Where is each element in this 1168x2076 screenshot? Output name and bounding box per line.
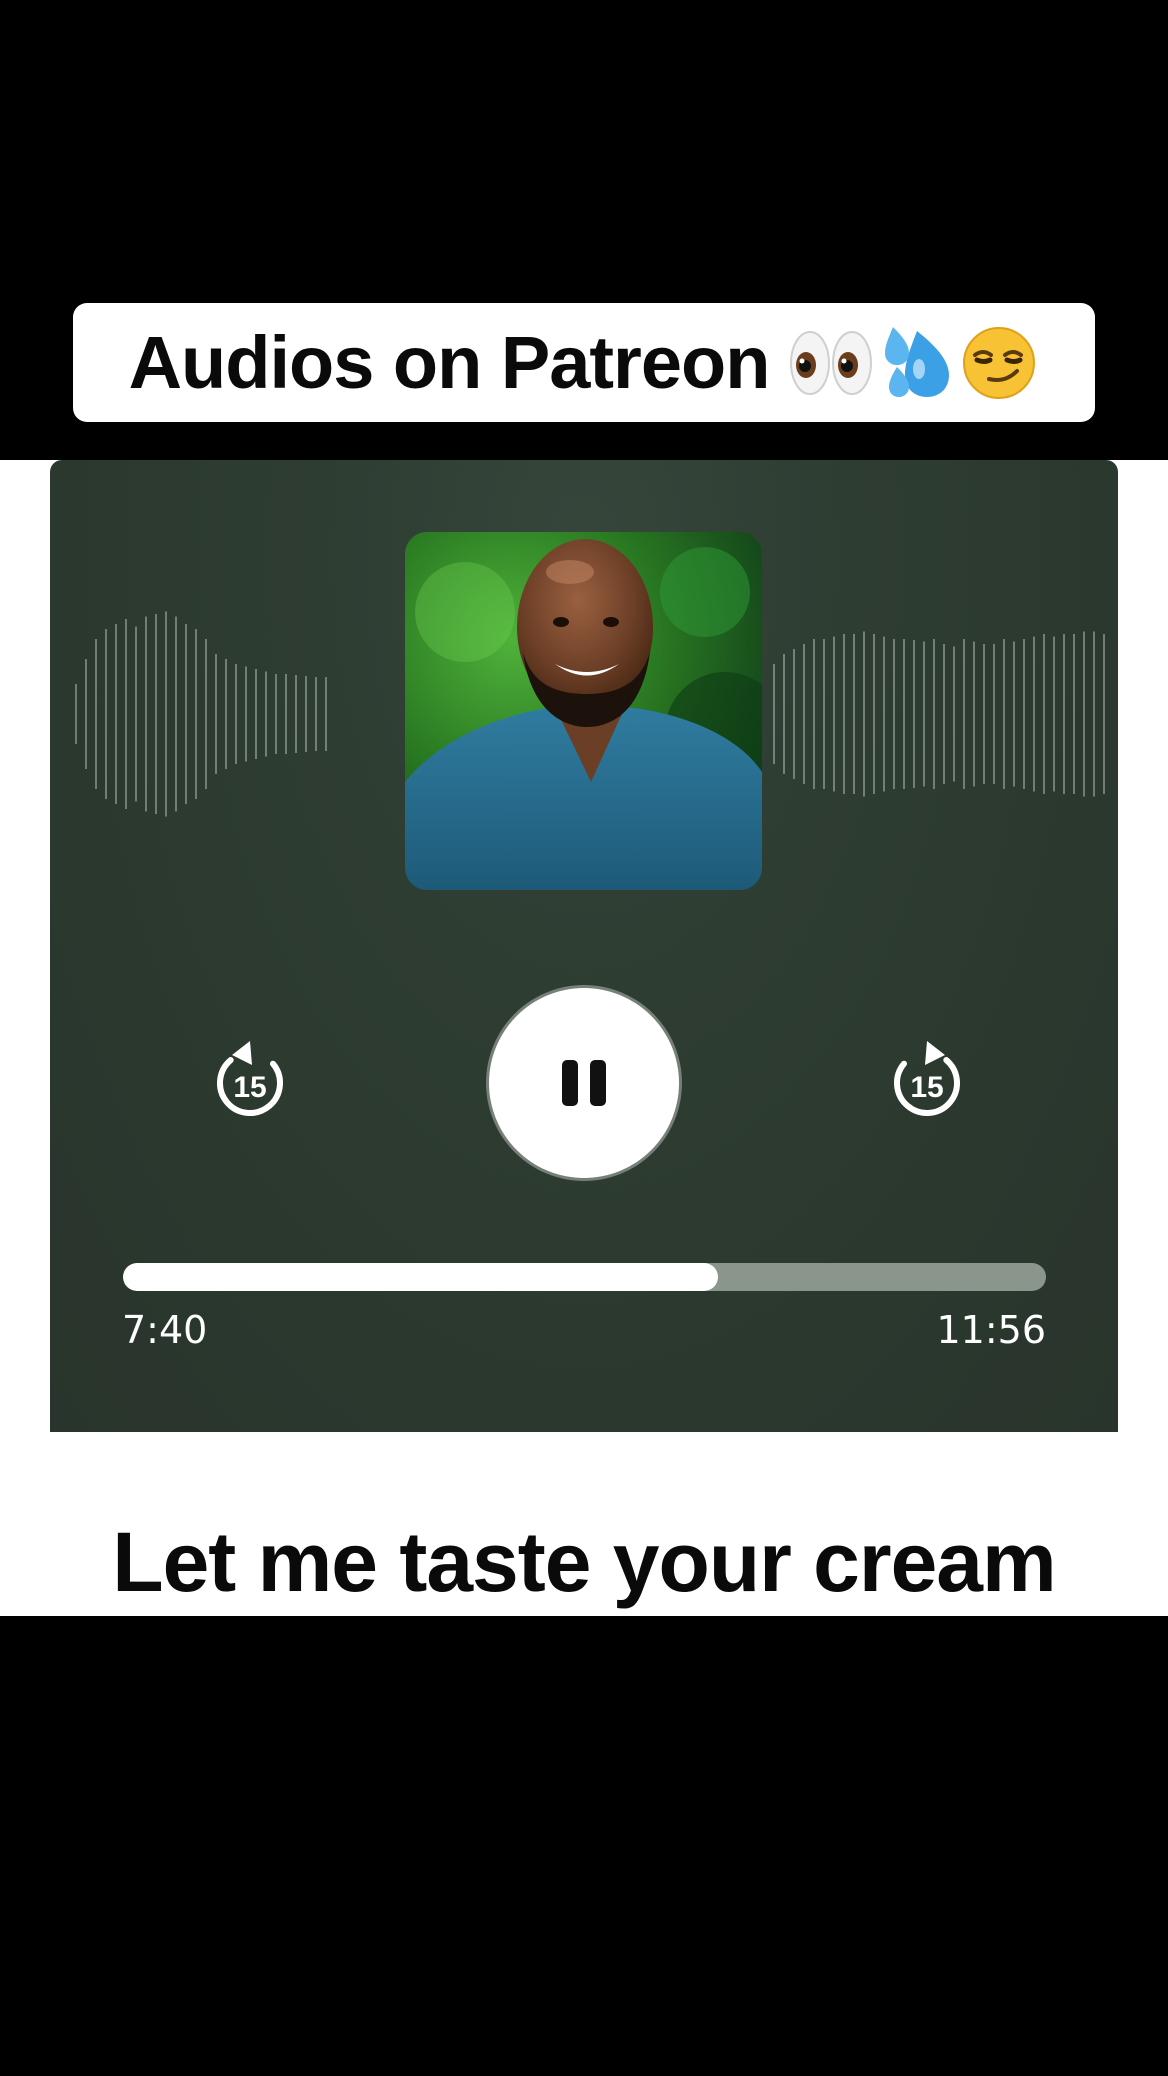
progress-bar[interactable] [123,1263,1046,1291]
post-title: Let me taste your cream [112,1515,1056,1609]
cover-photo [405,532,762,890]
skip-forward-15-icon[interactable]: 15 [883,1035,971,1123]
audio-player: 15 15 7:40 11:56 [50,460,1118,1432]
caption-text: Audios on Patreon [128,321,771,404]
sweat-droplets-emoji [885,326,950,397]
eyes-emoji [790,330,873,395]
elapsed-time: 7:40 [122,1308,208,1352]
pause-button[interactable] [489,988,679,1178]
pause-icon [562,1060,606,1106]
total-time: 11:56 [936,1308,1046,1352]
caption-banner: Audios on Patreon [73,303,1095,422]
cover-art [405,532,762,890]
smirking-face-emoji [963,326,1036,399]
progress-fill [123,1263,719,1291]
skip-forward-label: 15 [910,1071,943,1104]
skip-back-15-icon[interactable]: 15 [206,1035,294,1123]
skip-back-label: 15 [233,1071,266,1104]
caption-emojis [789,325,1039,401]
post-title-area: Let me taste your cream [50,1432,1118,1616]
